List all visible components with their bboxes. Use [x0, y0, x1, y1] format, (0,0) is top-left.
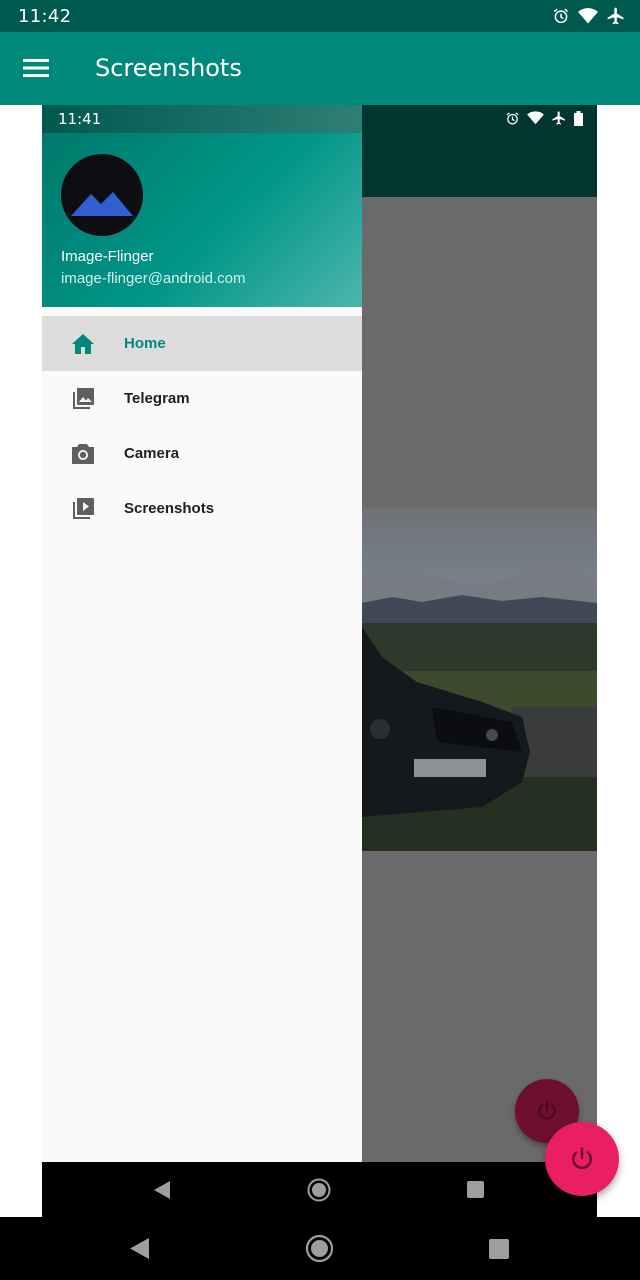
- wifi-icon: [578, 8, 598, 24]
- screenshot-image[interactable]: 11:41 Image-Flinger image-flinger@androi…: [42, 105, 597, 1217]
- power-icon: [538, 1100, 556, 1120]
- battery-icon: [574, 110, 583, 126]
- status-bar: 11:42: [0, 0, 640, 32]
- recents-icon: [467, 1181, 484, 1198]
- power-icon: [571, 1147, 593, 1170]
- drawer-item-camera[interactable]: Camera: [42, 426, 362, 481]
- back-icon[interactable]: [130, 1238, 149, 1259]
- alarm-icon: [553, 8, 569, 24]
- home-circle-icon[interactable]: [305, 1234, 334, 1263]
- hamburger-menu-icon: [23, 59, 49, 77]
- drawer-item-label: Screenshots: [124, 500, 215, 517]
- screenshot-nav-bar: [42, 1162, 597, 1217]
- recents-icon[interactable]: [489, 1239, 509, 1259]
- camera-icon: [42, 443, 124, 465]
- video-library-icon: [42, 497, 124, 521]
- alarm-icon: [506, 111, 519, 124]
- status-icons: [552, 6, 626, 26]
- mountain-icon: [71, 192, 133, 216]
- drawer-item-label: Camera: [124, 445, 180, 462]
- menu-button[interactable]: [14, 46, 58, 90]
- drawer-user-name: Image-Flinger: [61, 248, 154, 265]
- drawer-item-screenshots[interactable]: Screenshots: [42, 481, 362, 536]
- navigation-drawer: 11:41 Image-Flinger image-flinger@androi…: [42, 105, 362, 1162]
- drawer-user-email: image-flinger@android.com: [61, 270, 246, 287]
- drawer-status-strip: 11:41: [42, 105, 362, 133]
- drawer-item-telegram[interactable]: Telegram: [42, 371, 362, 426]
- wifi-icon: [527, 111, 544, 125]
- status-time: 11:42: [18, 6, 72, 27]
- airplane-icon: [607, 7, 624, 25]
- drawer-item-home[interactable]: Home: [42, 316, 362, 371]
- photo-library-icon: [42, 387, 124, 411]
- screenshot-status-time: 11:41: [58, 110, 102, 128]
- page-title: Screenshots: [95, 54, 242, 82]
- drawer-item-label: Home: [124, 335, 166, 352]
- airplane-icon: [552, 111, 565, 125]
- back-icon: [154, 1181, 170, 1199]
- system-nav-bar: [0, 1217, 640, 1280]
- home-icon: [42, 333, 124, 355]
- drawer-item-label: Telegram: [124, 390, 190, 407]
- home-circle-icon: [307, 1178, 331, 1202]
- drawer-header: Image-Flinger image-flinger@android.com: [42, 133, 362, 307]
- power-fab-button[interactable]: [545, 1122, 619, 1196]
- avatar[interactable]: [61, 154, 143, 236]
- car-photo: [362, 507, 597, 851]
- screenshot-status-icons: [505, 110, 583, 126]
- app-bar: Screenshots: [0, 32, 640, 105]
